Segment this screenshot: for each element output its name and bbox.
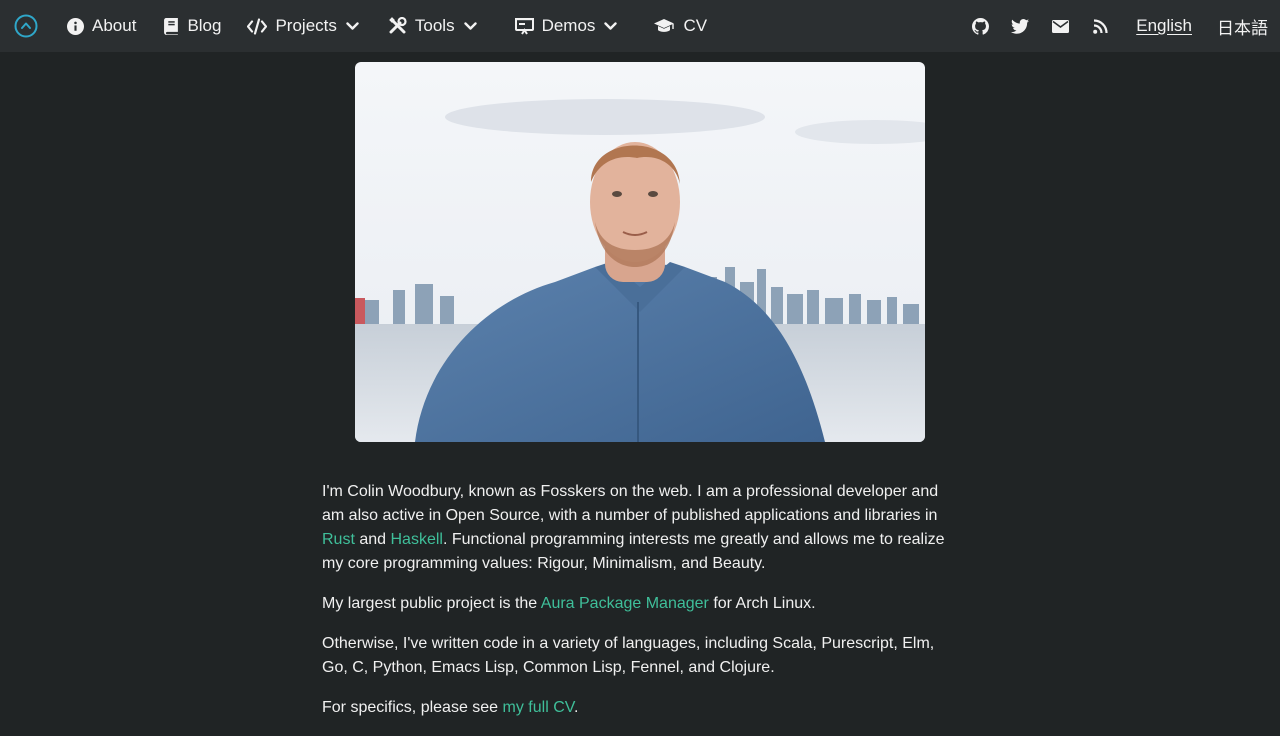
presentation-icon (514, 17, 534, 35)
twitter-icon[interactable] (1010, 16, 1030, 36)
primary-nav: About Blog Projects Tools Demos CV (67, 0, 707, 52)
code-icon (247, 17, 268, 35)
nav-about-label: About (92, 16, 137, 35)
envelope-icon[interactable] (1050, 16, 1070, 36)
intro-text: and (354, 531, 391, 548)
chevron-down-icon (463, 21, 477, 31)
nav-cv[interactable]: CV (653, 16, 707, 36)
top-navbar: About Blog Projects Tools Demos CV Engli… (0, 0, 1280, 52)
nav-demos-label: Demos (541, 16, 596, 35)
nav-projects-label: Projects (275, 16, 337, 35)
rss-icon[interactable] (1090, 16, 1110, 36)
intro-paragraph-2: My largest public project is the Aura Pa… (322, 592, 958, 616)
graduation-cap-icon (653, 18, 675, 34)
nav-tools-label: Tools (414, 16, 455, 35)
chevron-down-icon (604, 21, 618, 31)
language-english-link[interactable]: English (1136, 16, 1192, 36)
site-logo-icon[interactable] (14, 14, 38, 38)
tools-icon (389, 17, 407, 35)
book-icon (164, 17, 179, 35)
intro-paragraph-1: I'm Colin Woodbury, known as Fosskers on… (322, 480, 958, 576)
info-circle-icon (67, 17, 84, 35)
intro-text: . (573, 699, 579, 716)
profile-photo (355, 62, 925, 442)
nav-about[interactable]: About (67, 16, 136, 36)
full-cv-link[interactable]: my full CV (503, 699, 574, 716)
intro-content: I'm Colin Woodbury, known as Fosskers on… (322, 480, 958, 736)
intro-paragraph-4: For specifics, please see my full CV. (322, 696, 958, 720)
nav-demos[interactable]: Demos (514, 16, 618, 36)
intro-text: I'm Colin Woodbury, known as Fosskers on… (322, 483, 939, 524)
secondary-nav: English 日本語 (970, 0, 1268, 52)
haskell-link[interactable]: Haskell (391, 531, 443, 548)
nav-tools[interactable]: Tools (389, 16, 477, 36)
nav-cv-label: CV (683, 16, 708, 35)
chevron-down-icon (346, 21, 359, 31)
nav-projects[interactable]: Projects (247, 16, 359, 36)
github-icon[interactable] (970, 16, 990, 36)
intro-text: For specifics, please see (322, 699, 503, 716)
intro-text: My largest public project is the (322, 595, 541, 612)
language-japanese-link[interactable]: 日本語 (1217, 14, 1268, 39)
aura-package-manager-link[interactable]: Aura Package Manager (541, 595, 709, 612)
nav-blog-label: Blog (187, 16, 222, 35)
intro-paragraph-3: Otherwise, I've written code in a variet… (322, 635, 935, 676)
rust-link[interactable]: Rust (322, 531, 355, 548)
intro-text: for Arch Linux. (708, 595, 816, 612)
nav-blog[interactable]: Blog (164, 16, 221, 36)
